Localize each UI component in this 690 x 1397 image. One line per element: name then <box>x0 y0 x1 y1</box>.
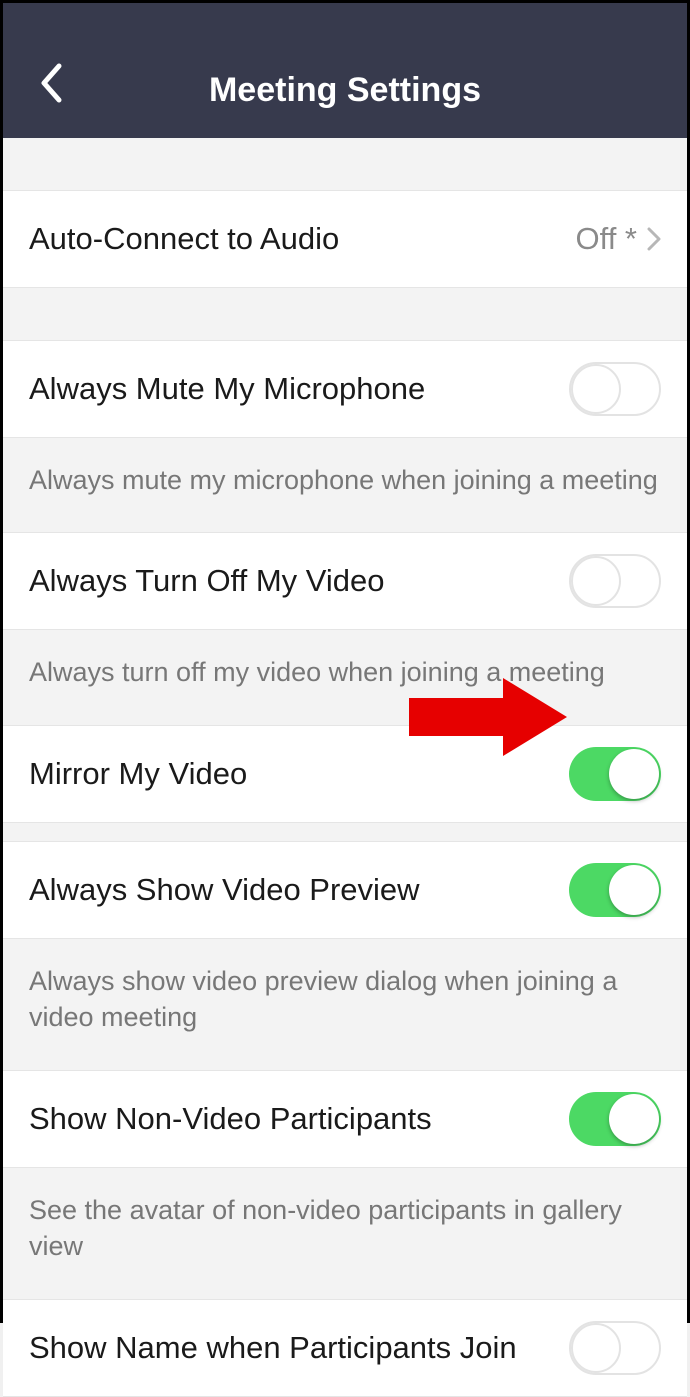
auto-connect-audio-value-text: Off * <box>576 221 637 257</box>
header: Meeting Settings <box>3 3 687 138</box>
section-gap <box>3 823 687 841</box>
show-name-participants-join-toggle[interactable] <box>569 1321 661 1375</box>
mirror-my-video-toggle[interactable] <box>569 747 661 801</box>
always-mute-mic-row[interactable]: Always Mute My Microphone <box>3 340 687 438</box>
chevron-left-icon <box>40 63 62 103</box>
page-title: Meeting Settings <box>209 71 481 110</box>
always-show-video-preview-toggle[interactable] <box>569 863 661 917</box>
mirror-my-video-row[interactable]: Mirror My Video <box>3 725 687 823</box>
auto-connect-audio-row[interactable]: Auto-Connect to Audio Off * <box>3 190 687 288</box>
section-gap <box>3 138 687 190</box>
always-mute-mic-label: Always Mute My Microphone <box>29 371 425 407</box>
auto-connect-audio-label: Auto-Connect to Audio <box>29 221 339 257</box>
show-non-video-participants-desc: See the avatar of non-video participants… <box>3 1168 687 1299</box>
show-name-participants-join-label: Show Name when Participants Join <box>29 1330 517 1366</box>
always-show-video-preview-label: Always Show Video Preview <box>29 872 420 908</box>
always-show-video-preview-desc: Always show video preview dialog when jo… <box>3 939 687 1070</box>
show-name-participants-join-row[interactable]: Show Name when Participants Join <box>3 1299 687 1397</box>
section-gap <box>3 288 687 340</box>
always-mute-mic-toggle[interactable] <box>569 362 661 416</box>
show-non-video-participants-toggle[interactable] <box>569 1092 661 1146</box>
always-turn-off-video-desc: Always turn off my video when joining a … <box>3 630 687 724</box>
always-turn-off-video-toggle[interactable] <box>569 554 661 608</box>
always-mute-mic-desc: Always mute my microphone when joining a… <box>3 438 687 532</box>
auto-connect-audio-value: Off * <box>576 221 661 257</box>
back-button[interactable] <box>31 56 71 110</box>
show-non-video-participants-label: Show Non-Video Participants <box>29 1101 432 1137</box>
always-show-video-preview-row[interactable]: Always Show Video Preview <box>3 841 687 939</box>
show-non-video-participants-row[interactable]: Show Non-Video Participants <box>3 1070 687 1168</box>
always-turn-off-video-row[interactable]: Always Turn Off My Video <box>3 532 687 630</box>
chevron-right-icon <box>647 227 661 251</box>
mirror-my-video-label: Mirror My Video <box>29 756 247 792</box>
always-turn-off-video-label: Always Turn Off My Video <box>29 563 385 599</box>
settings-list: Auto-Connect to Audio Off * Always Mute … <box>3 138 687 1397</box>
